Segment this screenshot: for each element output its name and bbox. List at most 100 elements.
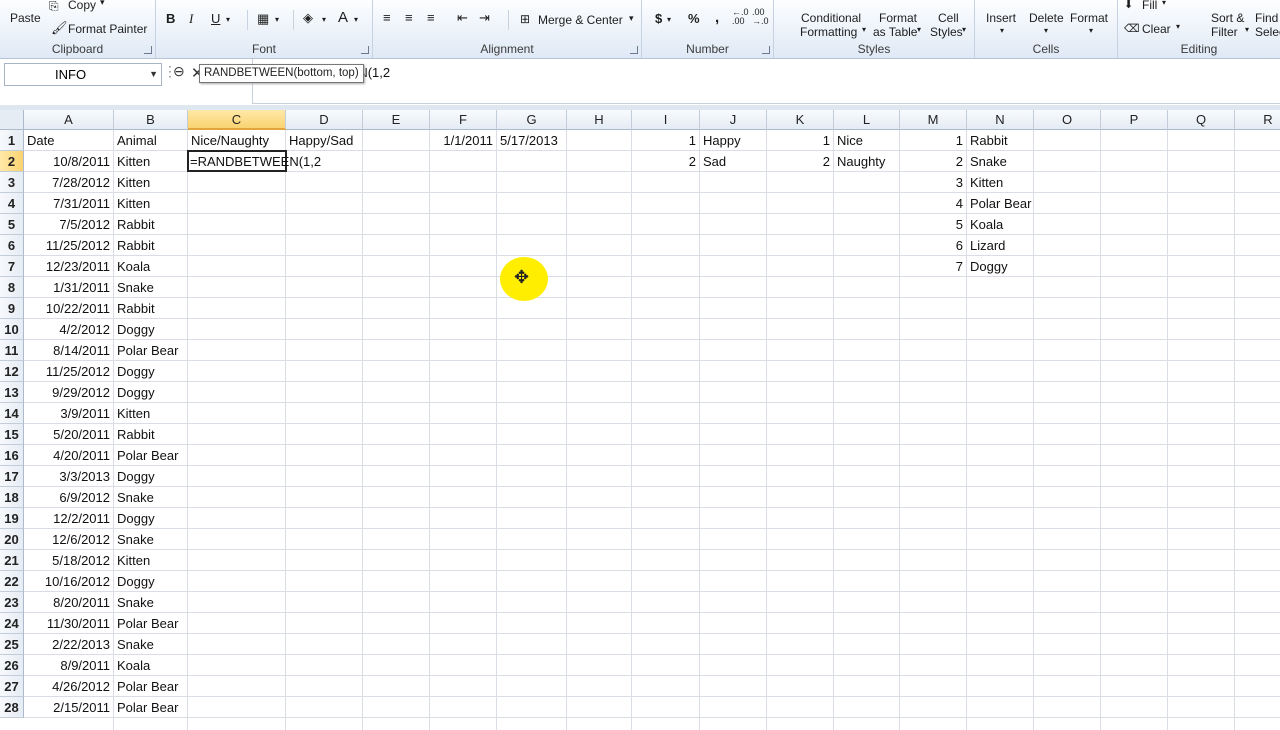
cell-header-happy-sad[interactable]: Happy/Sad	[289, 130, 353, 151]
cell-animal[interactable]: Rabbit	[117, 235, 155, 256]
cell-animal[interactable]: Polar Bear	[117, 676, 178, 697]
cell-date[interactable]: 5/20/2011	[24, 424, 110, 445]
format-button[interactable]: Format ▾	[1068, 6, 1116, 40]
fill-button[interactable]: ⬇ Fill ▾	[1123, 0, 1185, 16]
cell-date[interactable]: 2/22/2013	[24, 634, 110, 655]
cell-animal[interactable]: Rabbit	[117, 214, 155, 235]
cell-date[interactable]: 7/5/2012	[24, 214, 110, 235]
alignment-launcher-icon[interactable]	[630, 46, 638, 54]
column-header-i[interactable]: I	[632, 110, 700, 130]
decrease-decimal-button[interactable]: .00 →.0	[752, 8, 770, 26]
cell-animal[interactable]: Snake	[117, 529, 154, 550]
column-header-a[interactable]: A	[24, 110, 114, 130]
cell-happy-sad-label[interactable]: Sad	[703, 151, 726, 172]
format-as-table-button[interactable]: Format as Table ▾	[870, 8, 932, 42]
cell-animal[interactable]: Rabbit	[117, 298, 155, 319]
cell-animal[interactable]: Doggy	[117, 361, 155, 382]
column-header-b[interactable]: B	[114, 110, 188, 130]
cell-end-date[interactable]: 5/17/2013	[500, 130, 558, 151]
cell-nice-naughty-num[interactable]: 2	[767, 151, 830, 172]
cell-date[interactable]: 11/25/2012	[24, 235, 110, 256]
column-header-f[interactable]: F	[430, 110, 497, 130]
chevron-down-icon[interactable]: ▾	[667, 13, 671, 27]
italic-button[interactable]: I	[189, 12, 193, 26]
name-box[interactable]: INFO ▼	[4, 63, 162, 86]
cell-animal[interactable]: Doggy	[117, 382, 155, 403]
cell-date[interactable]: 8/20/2011	[24, 592, 110, 613]
delete-button[interactable]: Delete ▾	[1024, 6, 1070, 40]
cell-animal-num[interactable]: 5	[900, 214, 963, 235]
row-header-26[interactable]: 26	[0, 655, 24, 676]
cell-styles-button[interactable]: Cell Styles ▾	[926, 8, 974, 42]
font-launcher-icon[interactable]	[361, 46, 369, 54]
cell-animal[interactable]: Kitten	[117, 550, 150, 571]
chevron-down-icon[interactable]: ▾	[354, 13, 358, 27]
paste-button[interactable]: Paste	[2, 0, 44, 44]
cell-happy-sad-num[interactable]: 2	[632, 151, 696, 172]
column-header-n[interactable]: N	[967, 110, 1034, 130]
row-header-7[interactable]: 7	[0, 256, 24, 277]
cell-nice-naughty-label[interactable]: Naughty	[837, 151, 885, 172]
currency-button[interactable]: $	[655, 12, 662, 26]
cell-date[interactable]: 4/2/2012	[24, 319, 110, 340]
clear-button[interactable]: ⌫ Clear ▾	[1123, 19, 1195, 38]
cell-animal[interactable]: Doggy	[117, 319, 155, 340]
cell-happy-sad-num[interactable]: 1	[632, 130, 696, 151]
cell-animal-label[interactable]: Lizard	[970, 235, 1005, 256]
column-header-m[interactable]: M	[900, 110, 967, 130]
borders-icon[interactable]: ▦	[257, 12, 269, 26]
cell-date[interactable]: 10/16/2012	[24, 571, 110, 592]
column-header-e[interactable]: E	[363, 110, 430, 130]
active-cell-editor[interactable]: =RANDBETWEEN(1,2	[187, 150, 321, 172]
cell-date[interactable]: 10/8/2011	[24, 151, 110, 172]
find-select-button[interactable]: Find Selec	[1252, 8, 1280, 42]
row-header-20[interactable]: 20	[0, 529, 24, 550]
increase-decimal-button[interactable]: ←.0.00	[732, 8, 750, 26]
insert-button[interactable]: Insert ▾	[979, 6, 1025, 40]
column-header-q[interactable]: Q	[1168, 110, 1235, 130]
font-color-button[interactable]: A	[338, 10, 348, 25]
decrease-indent-icon[interactable]: ⇤	[457, 11, 468, 25]
cell-date[interactable]: 5/18/2012	[24, 550, 110, 571]
cell-date[interactable]: 4/26/2012	[24, 676, 110, 697]
bold-button[interactable]: B	[166, 12, 175, 26]
cell-animal[interactable]: Snake	[117, 592, 154, 613]
row-header-14[interactable]: 14	[0, 403, 24, 424]
row-header-2[interactable]: 2	[0, 151, 24, 172]
copy-button[interactable]: ⎘ Copy ▾	[48, 0, 120, 16]
cell-date[interactable]: 8/14/2011	[24, 340, 110, 361]
row-header-11[interactable]: 11	[0, 340, 24, 361]
cell-animal[interactable]: Kitten	[117, 193, 150, 214]
column-header-j[interactable]: J	[700, 110, 767, 130]
chevron-down-icon[interactable]: ▾	[226, 13, 230, 27]
cell-start-date[interactable]: 1/1/2011	[430, 130, 493, 151]
cell-animal[interactable]: Doggy	[117, 508, 155, 529]
row-header-5[interactable]: 5	[0, 214, 24, 235]
cell-animal[interactable]: Kitten	[117, 403, 150, 424]
cell-animal[interactable]: Polar Bear	[117, 613, 178, 634]
cell-animal[interactable]: Polar Bear	[117, 445, 178, 466]
column-header-l[interactable]: L	[834, 110, 900, 130]
cell-animal-label[interactable]: Doggy	[970, 256, 1008, 277]
column-header-d[interactable]: D	[286, 110, 363, 130]
row-header-17[interactable]: 17	[0, 466, 24, 487]
cell-animal[interactable]: Snake	[117, 634, 154, 655]
row-header-23[interactable]: 23	[0, 592, 24, 613]
cell-date[interactable]: 9/29/2012	[24, 382, 110, 403]
row-header-18[interactable]: 18	[0, 487, 24, 508]
cell-animal[interactable]: Kitten	[117, 172, 150, 193]
chevron-down-icon[interactable]: ▾	[322, 13, 326, 27]
cell-happy-sad-label[interactable]: Happy	[703, 130, 741, 151]
cell-animal-label[interactable]: Snake	[970, 151, 1007, 172]
cell-date[interactable]: 7/28/2012	[24, 172, 110, 193]
cell-animal-label[interactable]: Kitten	[970, 172, 1003, 193]
cell-date[interactable]: 7/31/2011	[24, 193, 110, 214]
cell-date[interactable]: 3/9/2011	[24, 403, 110, 424]
cell-animal[interactable]: Snake	[117, 277, 154, 298]
cell-animal-label[interactable]: Koala	[970, 214, 1003, 235]
function-drop-icon[interactable]: ⊖	[173, 63, 185, 80]
format-painter-button[interactable]: 🖌 Format Painter	[48, 19, 154, 38]
align-center-icon[interactable]: ≡	[405, 11, 413, 25]
row-header-25[interactable]: 25	[0, 634, 24, 655]
cell-animal-num[interactable]: 2	[900, 151, 963, 172]
